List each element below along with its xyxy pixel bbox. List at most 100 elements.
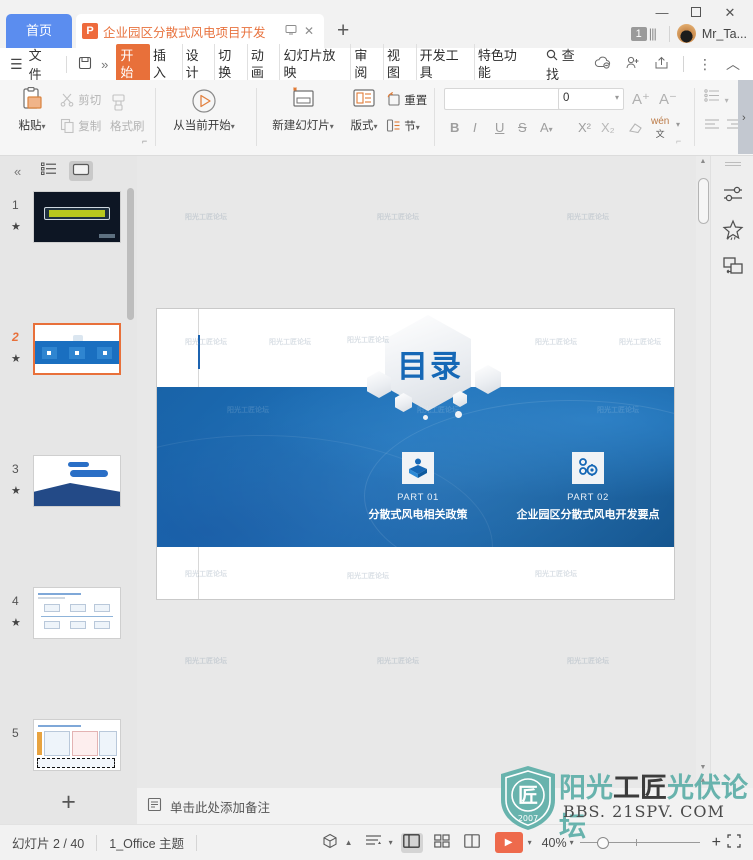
play-slideshow-button[interactable]: ▶ bbox=[494, 832, 523, 853]
paste-button[interactable]: 粘贴▾ bbox=[8, 86, 56, 133]
animation-icon[interactable] bbox=[721, 218, 745, 242]
outline-view-icon[interactable] bbox=[37, 161, 61, 181]
ribbon-tab-design[interactable]: 设计 bbox=[181, 44, 215, 84]
section-button[interactable]: 节▾ bbox=[386, 118, 420, 134]
start-from-current-button[interactable]: 从当前开始▾ bbox=[168, 87, 240, 133]
copy-button: 复制 bbox=[60, 118, 101, 134]
new-tab-button[interactable]: + bbox=[337, 20, 349, 42]
line-spacing-icon[interactable] bbox=[363, 833, 385, 853]
thumbnail-scrollbar[interactable] bbox=[127, 188, 134, 320]
add-slide-button[interactable]: + bbox=[0, 788, 137, 816]
notes-pane[interactable]: 单击此处添加备注 bbox=[137, 788, 753, 824]
clipboard-dialog-launcher[interactable]: ⌐ bbox=[142, 136, 147, 146]
ribbon-tab-transition[interactable]: 切换 bbox=[214, 44, 247, 84]
scroll-down-icon[interactable]: ▼ bbox=[696, 762, 710, 774]
tab-home[interactable]: 首页 bbox=[6, 14, 72, 48]
slide-number: 1 bbox=[12, 198, 19, 212]
wps-presentation-window: 首页 P 企业园区分散式风电项目开发 ✕ + — ✕ 1 ||| Mr_Ta..… bbox=[0, 0, 753, 860]
new-slide-button[interactable]: 新建幻灯片▾ bbox=[266, 87, 340, 133]
user-name[interactable]: Mr_Ta... bbox=[702, 27, 747, 41]
toolbar-overflow-icon[interactable]: » bbox=[99, 57, 116, 72]
thumbnail-slide-4[interactable]: 4 ★ bbox=[0, 582, 137, 648]
chevron-down-icon[interactable]: ▾ bbox=[615, 93, 619, 102]
ribbon-tab-view[interactable]: 视图 bbox=[383, 44, 416, 84]
thumbnail-preview bbox=[33, 191, 121, 243]
reset-button[interactable]: 重置 bbox=[386, 91, 427, 108]
status-bar: 幻灯片 2 / 40 1_Office 主题 ▲ ▾ ▶ ▾ 40% ▾ + bbox=[0, 824, 753, 860]
more-vert-icon[interactable]: ⋮ bbox=[691, 56, 719, 73]
ribbon-tab-features[interactable]: 特色功能 bbox=[473, 44, 532, 84]
scroll-up-icon[interactable]: ▲ bbox=[696, 156, 710, 168]
sidebar-drag-handle[interactable] bbox=[725, 162, 741, 166]
canvas-watermark: 阳光工匠论坛 bbox=[185, 658, 227, 665]
thumbnail-slide-1[interactable]: 1 ★ bbox=[0, 186, 137, 252]
properties-icon[interactable] bbox=[721, 182, 745, 206]
shape-3d-icon[interactable] bbox=[319, 833, 341, 853]
save-icon[interactable] bbox=[71, 56, 99, 73]
slide-sorter-button[interactable] bbox=[431, 833, 453, 853]
tab-restore-icon[interactable] bbox=[282, 24, 300, 38]
shape-dropdown-arrow[interactable]: ▲ bbox=[345, 838, 353, 847]
prev-slide-icon[interactable]: ▲ bbox=[696, 775, 710, 787]
slide-part-01[interactable]: PART 01 分散式风电相关政策 bbox=[353, 452, 483, 522]
spacing-dropdown-arrow[interactable]: ▾ bbox=[389, 838, 393, 847]
share-user-icon[interactable] bbox=[618, 56, 647, 73]
thumbnail-slide-2[interactable]: 2 ★ bbox=[0, 318, 137, 384]
thumbnail-slide-5[interactable]: 5 bbox=[0, 714, 137, 780]
hamburger-icon[interactable]: ☰ bbox=[0, 56, 27, 73]
scrollbar-thumb[interactable] bbox=[698, 178, 709, 224]
zoom-level[interactable]: 40% bbox=[542, 836, 567, 850]
subscript-button: X₂ bbox=[601, 120, 615, 135]
ribbon-tab-slideshow[interactable]: 幻灯片放映 bbox=[279, 44, 350, 84]
export-icon[interactable] bbox=[647, 56, 676, 73]
notification-badge[interactable]: 1 bbox=[630, 26, 647, 41]
zoom-dropdown-arrow[interactable]: ▾ bbox=[570, 838, 574, 847]
normal-view-button[interactable] bbox=[400, 832, 423, 853]
minimize-button[interactable]: — bbox=[649, 4, 675, 22]
reading-view-button[interactable] bbox=[461, 833, 483, 853]
divider bbox=[196, 834, 198, 851]
ribbon-tab-animation[interactable]: 动画 bbox=[246, 44, 280, 84]
find-button[interactable]: 查找 bbox=[546, 45, 587, 83]
pinyin-guide-button: wén 文 bbox=[651, 116, 670, 139]
cloud-icon[interactable] bbox=[587, 56, 618, 72]
collapse-ribbon-icon[interactable]: ︿ bbox=[719, 54, 747, 74]
font-name-box[interactable]: ▾ bbox=[444, 88, 570, 110]
ribbon-tab-review[interactable]: 审阅 bbox=[350, 44, 383, 84]
slides-view-icon[interactable] bbox=[69, 161, 94, 181]
avatar[interactable] bbox=[676, 24, 696, 43]
tab-document-label: 企业园区分散式风电项目开发 bbox=[103, 25, 266, 40]
close-button[interactable]: ✕ bbox=[717, 4, 743, 22]
book-user-icon bbox=[402, 452, 434, 484]
slide-part-02[interactable]: PART 02 企业园区分散式风电开发要点 bbox=[503, 452, 673, 522]
fit-slide-icon[interactable] bbox=[727, 834, 741, 851]
ribbon-tab-start[interactable]: 开始 bbox=[116, 44, 150, 84]
layers-icon[interactable] bbox=[721, 254, 745, 278]
zoom-in-button[interactable]: + bbox=[712, 834, 721, 852]
ribbon-expand-strip[interactable]: › bbox=[738, 80, 753, 154]
zoom-slider-knob[interactable] bbox=[596, 836, 609, 849]
format-painter-label-wrap: 格式刷 bbox=[110, 118, 145, 134]
text-cursor bbox=[198, 335, 200, 369]
slide-thumbnail-list[interactable]: 1 ★ 2 ★ 3 ★ 4 ★ 5 bbox=[0, 186, 137, 780]
ribbon-tab-insert[interactable]: 插入 bbox=[150, 44, 182, 84]
zoom-slider[interactable] bbox=[579, 836, 700, 850]
menu-bar: ☰ 文件 » 开始 插入 设计 切换 动画 幻灯片放映 审阅 视图 开发工具 特… bbox=[0, 44, 753, 84]
canvas-vertical-scrollbar[interactable]: ▲ ▼ ▲ ▼ bbox=[696, 156, 710, 800]
slide-editor[interactable]: 目录 PART 01 分散式风电相关政策 PART 02 企业园区分散式风电开发… bbox=[157, 309, 674, 599]
slide-title[interactable]: 目录 bbox=[370, 341, 490, 386]
ribbon-tab-devtools[interactable]: 开发工具 bbox=[415, 44, 474, 84]
menu-file[interactable]: 文件 bbox=[27, 45, 63, 83]
slide-counter[interactable]: 幻灯片 2 / 40 bbox=[0, 833, 96, 852]
theme-name[interactable]: 1_Office 主题 bbox=[97, 833, 196, 852]
font-dialog-launcher[interactable]: ⌐ bbox=[676, 136, 681, 146]
maximize-button[interactable] bbox=[683, 4, 709, 22]
tab-document[interactable]: P 企业园区分散式风电项目开发 ✕ bbox=[76, 14, 324, 48]
panel-bars-icon[interactable]: ||| bbox=[649, 26, 657, 41]
collapse-panel-icon[interactable]: « bbox=[6, 164, 29, 179]
thumbnail-slide-3[interactable]: 3 ★ bbox=[0, 450, 137, 516]
layout-button[interactable]: 版式▾ bbox=[340, 87, 388, 133]
tab-close-icon[interactable]: ✕ bbox=[300, 24, 318, 38]
font-size-box[interactable]: 0 ▾ bbox=[558, 88, 624, 110]
play-dropdown-arrow[interactable]: ▾ bbox=[528, 838, 532, 847]
